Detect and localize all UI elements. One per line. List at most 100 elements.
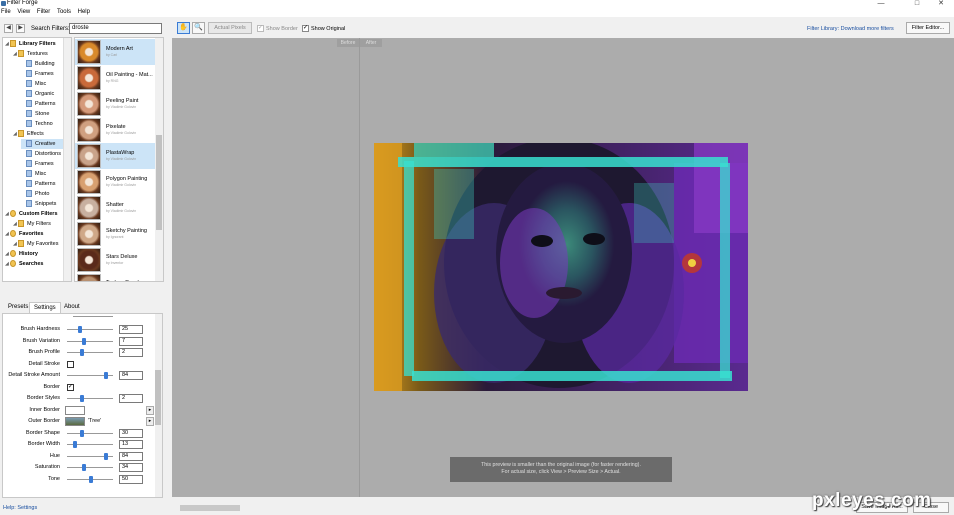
search-input[interactable]: droste — [69, 23, 162, 34]
setting-slider-knob[interactable] — [82, 337, 87, 345]
menu-filter[interactable]: Filter — [37, 8, 50, 17]
filter-list-item[interactable]: Stars Deluxe by Inventor — [75, 247, 156, 273]
setting-slider-track[interactable] — [67, 432, 113, 434]
category-tree[interactable]: ◢ Library Filters ◢ Textures Building Frames M… — [2, 37, 72, 282]
setting-slider-knob[interactable] — [89, 475, 93, 483]
zoom-tool-icon[interactable]: 🔍 — [192, 22, 205, 34]
tree-item-label: Custom Filters — [19, 211, 58, 217]
show-border-checkbox[interactable]: ✓ — [257, 25, 264, 32]
setting-value-input[interactable]: 30 — [119, 428, 143, 438]
filter-list-item[interactable]: Peeling Paint by Vladimir Golovin — [75, 91, 156, 117]
tree-item[interactable]: Organic — [21, 89, 65, 99]
setting-slider-knob[interactable] — [80, 349, 85, 356]
setting-slider-track[interactable] — [67, 329, 113, 330]
close-window-button[interactable]: ✕ — [931, 0, 951, 8]
hand-tool-icon[interactable]: ✋ — [177, 22, 190, 34]
filter-list-item[interactable]: Modern Art by Carl — [75, 39, 156, 65]
menu-tools[interactable]: Tools — [57, 8, 71, 17]
back-button[interactable]: ◀ — [4, 24, 13, 33]
filter-list-item[interactable]: Shatter by Vladimir Golovin — [75, 195, 156, 221]
setting-value-input[interactable]: 2 — [119, 394, 143, 403]
tree-item[interactable]: Misc — [21, 79, 65, 89]
tree-scrollbar[interactable] — [63, 38, 71, 281]
setting-image-swatch[interactable] — [65, 417, 85, 426]
tree-item[interactable]: ◢ Favorites — [5, 229, 65, 239]
tree-item[interactable]: Creative — [21, 139, 65, 149]
filter-author: by Vladimir Golovin — [106, 209, 137, 213]
setting-value-input[interactable]: 34 — [119, 463, 143, 472]
setting-slider-track[interactable] — [67, 340, 113, 342]
setting-label: Detail Stroke Amount — [8, 372, 60, 378]
setting-slider-knob[interactable] — [81, 464, 86, 471]
tree-item[interactable]: ◢ Custom Filters — [5, 209, 65, 219]
setting-value-input[interactable]: 13 — [119, 440, 143, 449]
tree-item[interactable]: Frames — [21, 69, 65, 79]
tree-item[interactable]: ◢ Searches — [5, 259, 65, 269]
settings-scroll-thumb[interactable] — [155, 370, 161, 425]
filter-list-item[interactable]: Pixelate by Vladimir Golovin — [75, 117, 156, 143]
after-tab[interactable]: After — [360, 39, 382, 47]
filter-list-item[interactable]: Techno Puzzle — [75, 273, 156, 281]
tree-item[interactable]: ◢ Library Filters — [5, 39, 65, 49]
forward-button[interactable]: ▶ — [16, 24, 25, 33]
menu-view[interactable]: View — [17, 8, 30, 17]
setting-slider-track[interactable] — [67, 467, 113, 468]
tab-about[interactable]: About — [60, 302, 84, 313]
setting-slider-knob[interactable] — [72, 441, 77, 448]
filter-library-link[interactable]: Filter Library: Download more filters — [807, 26, 894, 32]
minimize-button[interactable]: — — [871, 0, 891, 8]
category-icon — [26, 160, 32, 168]
setting-slider-knob[interactable] — [103, 452, 108, 460]
setting-value-input[interactable]: 25 — [119, 325, 143, 334]
setting-checkbox[interactable] — [67, 360, 74, 368]
setting-slider-track[interactable] — [67, 398, 113, 399]
setting-value-input[interactable]: 7 — [119, 336, 143, 346]
tree-item[interactable]: Patterns — [21, 179, 65, 189]
setting-checkbox[interactable]: ✓ — [67, 383, 74, 391]
tree-item[interactable]: ◢ History — [5, 249, 65, 259]
tree-item[interactable]: ◢ Effects — [13, 129, 65, 139]
setting-image-menu-button[interactable]: ▸ — [146, 405, 154, 415]
tree-item[interactable]: Stone — [21, 109, 65, 119]
menu-file[interactable]: File — [1, 8, 11, 17]
tree-item[interactable]: Misc — [21, 169, 65, 179]
setting-value-input[interactable]: 84 — [119, 451, 143, 461]
tree-item[interactable]: ◢ Textures — [13, 49, 65, 59]
tree-item[interactable]: ◢ My Filters — [13, 219, 65, 229]
filter-list-item[interactable]: Sketchy Painting by Ignorant — [75, 221, 156, 247]
setting-value-input[interactable]: 50 — [119, 474, 143, 484]
setting-value-input[interactable]: 2 — [119, 348, 143, 357]
filter-editor-button[interactable]: Filter Editor... — [906, 22, 950, 34]
show-original-checkbox[interactable]: ✓ — [302, 25, 309, 32]
horizontal-scrollbar[interactable] — [180, 505, 240, 511]
maximize-button[interactable]: □ — [907, 0, 927, 8]
setting-slider-knob[interactable] — [103, 372, 108, 379]
setting-slider-knob[interactable] — [80, 429, 85, 437]
menu-help[interactable]: Help — [78, 8, 90, 17]
setting-value-input[interactable]: 84 — [119, 371, 143, 380]
tree-item[interactable]: Patterns — [21, 99, 65, 109]
before-tab[interactable]: Before — [337, 39, 359, 47]
filter-author: by Vladimir Golovin — [106, 183, 137, 187]
setting-slider-knob[interactable] — [80, 395, 85, 402]
setting-slider-knob[interactable] — [78, 326, 82, 333]
tree-item[interactable]: Distortions — [21, 149, 65, 159]
setting-image-swatch[interactable] — [65, 405, 85, 415]
filter-list-scroll-thumb[interactable] — [156, 135, 162, 230]
filter-list[interactable]: Modern Art by Carl Oil Painting - Mat... by… — [74, 37, 164, 282]
setting-slider-track[interactable] — [67, 352, 113, 353]
category-icon — [26, 100, 32, 108]
filter-list-item[interactable]: Polygon Painting by Vladimir Golovin — [75, 169, 156, 195]
tree-item[interactable]: Frames — [21, 159, 65, 169]
filter-list-item[interactable]: Oil Painting - Mat... by RNG — [75, 65, 156, 91]
tree-item[interactable]: Snippets — [21, 199, 65, 209]
tab-settings[interactable]: Settings — [29, 302, 61, 313]
tree-item[interactable]: Photo — [21, 189, 65, 199]
tree-item[interactable]: Building — [21, 59, 65, 69]
filter-list-item[interactable]: PlastaWrap by Vladimir Golovin — [75, 143, 156, 169]
actual-pixels-button[interactable]: Actual Pixels — [208, 22, 252, 34]
tree-item[interactable]: Techno — [21, 119, 65, 129]
tree-item[interactable]: ◢ My Favorites — [13, 239, 65, 249]
before-after-split-line[interactable] — [359, 38, 360, 497]
setting-image-menu-button[interactable]: ▸ — [146, 417, 154, 426]
